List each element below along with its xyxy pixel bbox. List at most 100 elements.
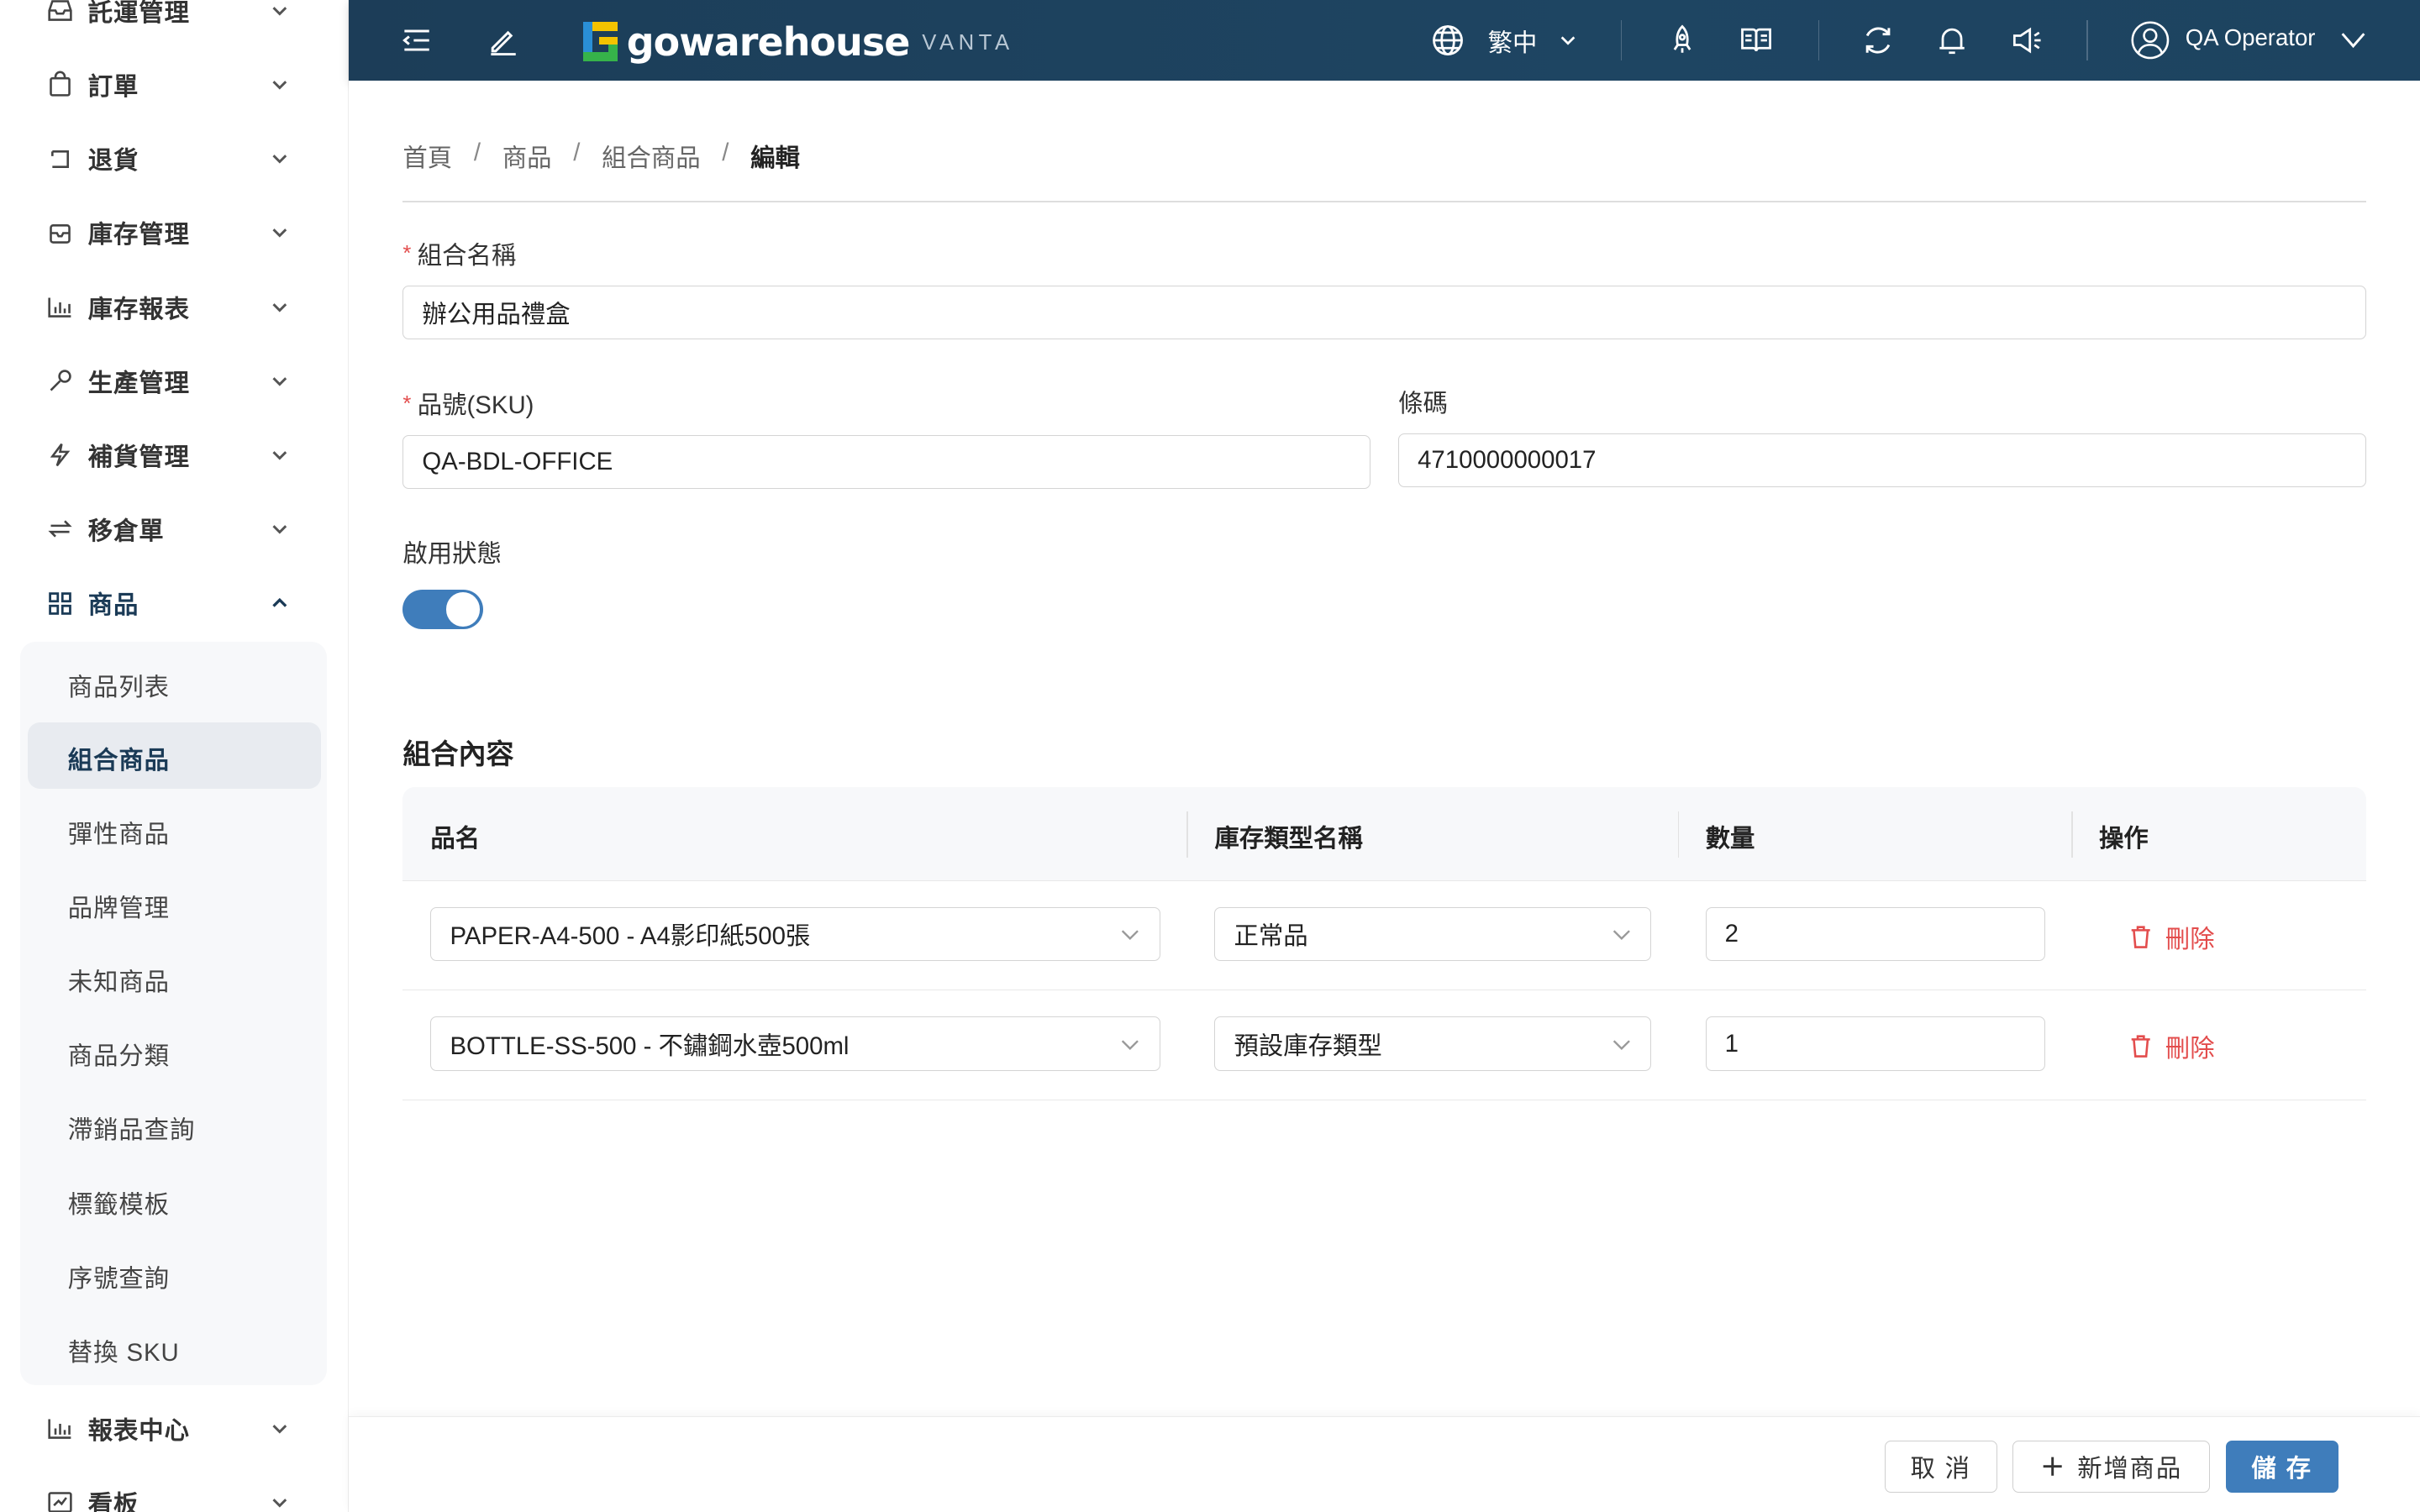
chevron-up-icon <box>271 598 287 607</box>
cancel-button[interactable]: 取 消 <box>1884 1440 1997 1494</box>
submenu-label: 品牌管理 <box>67 894 170 922</box>
sidebar-item-returns[interactable]: 退貨 <box>0 122 348 196</box>
submenu-item-serial-lookup[interactable]: 序號查詢 <box>28 1241 321 1307</box>
breadcrumb-current: 編輯 <box>750 144 800 173</box>
submenu-label: 組合商品 <box>67 746 170 774</box>
action-footer: 取 消 新增商品 儲 存 <box>349 1416 2420 1512</box>
submenu-item-bundle-products[interactable]: 組合商品 <box>28 722 322 789</box>
sidebar-item-label: 庫存報表 <box>87 295 190 323</box>
submenu-label: 滯銷品查詢 <box>67 1116 196 1145</box>
breadcrumb-sep: / <box>473 139 481 167</box>
sidebar-item-production[interactable]: 生產管理 <box>0 344 348 418</box>
sidebar-item-dashboard[interactable]: 看板 <box>0 1466 348 1512</box>
sidebar-item-report-center[interactable]: 報表中心 <box>0 1392 348 1466</box>
breadcrumb-products[interactable]: 商品 <box>502 139 552 174</box>
wrench-icon <box>50 370 71 391</box>
status-toggle[interactable] <box>402 589 483 630</box>
chevron-down-icon <box>272 376 287 386</box>
submenu-item-label-templates[interactable]: 標籤模板 <box>28 1167 321 1233</box>
submenu-label: 商品分類 <box>67 1042 170 1071</box>
brand-logo[interactable]: gowarehouse VANTA <box>583 18 1013 65</box>
column-divider <box>1186 811 1189 858</box>
breadcrumb-home[interactable]: 首頁 <box>402 139 452 174</box>
bundle-content-title: 組合內容 <box>402 738 514 770</box>
submenu-item-product-list[interactable]: 商品列表 <box>28 649 321 716</box>
delete-button[interactable]: 刪除 <box>2128 1029 2215 1064</box>
product-select-value: PAPER-A4-500 - A4影印紙500張 <box>450 922 811 951</box>
submenu-item-brand-management[interactable]: 品牌管理 <box>28 870 321 937</box>
chevron-down-icon <box>272 302 287 312</box>
chevron-down-icon <box>272 155 287 164</box>
header-divider <box>1818 19 1820 60</box>
table-header: 品名 庫存類型名稱 數量 操作 <box>402 786 2366 881</box>
stock-type-select-value: 預設庫存類型 <box>1234 1032 1382 1060</box>
swap-icon <box>48 520 72 538</box>
bar-chart-icon <box>48 1419 71 1440</box>
breadcrumb-bundles[interactable]: 組合商品 <box>602 139 701 174</box>
user-avatar-icon[interactable] <box>2130 20 2170 60</box>
sidebar-item-shipping[interactable]: 託運管理 <box>0 0 348 48</box>
edit-icon[interactable] <box>485 22 522 59</box>
bell-icon[interactable] <box>1933 22 1970 59</box>
submenu-item-unknown-products[interactable]: 未知商品 <box>28 944 321 1011</box>
sidebar-item-products[interactable]: 商品 <box>0 566 348 640</box>
column-divider <box>2070 811 2073 858</box>
submenu-item-categories[interactable]: 商品分類 <box>28 1018 321 1084</box>
column-divider <box>1677 811 1680 858</box>
breadcrumb-sep: / <box>722 139 729 167</box>
submenu-item-slow-moving[interactable]: 滯銷品查詢 <box>28 1092 321 1158</box>
product-select[interactable]: PAPER-A4-500 - A4影印紙500張 <box>430 906 1161 962</box>
submenu-item-flexible-products[interactable]: 彈性商品 <box>28 796 321 863</box>
sidebar-item-inventory-report[interactable]: 庫存報表 <box>0 270 348 344</box>
lightning-icon <box>50 444 71 467</box>
add-product-button[interactable]: 新增商品 <box>2012 1440 2211 1494</box>
column-header-product: 品名 <box>430 825 481 853</box>
sidebar-item-label: 看板 <box>87 1490 139 1512</box>
user-name[interactable]: QA Operator <box>2186 24 2316 51</box>
sidebar-item-inventory[interactable]: 庫存管理 <box>0 196 348 270</box>
submenu-item-replace-sku[interactable]: 替換 SKU <box>28 1315 321 1381</box>
book-icon[interactable] <box>1738 22 1775 59</box>
sidebar-item-transfer[interactable]: 移倉單 <box>0 492 348 566</box>
breadcrumb-sep: / <box>573 139 581 167</box>
shopping-bag-icon <box>50 71 71 97</box>
bundle-name-input[interactable]: 辦公用品禮盒 <box>402 285 2366 340</box>
sidebar-item-label: 生產管理 <box>87 369 190 397</box>
sidebar-item-replenishment[interactable]: 補貨管理 <box>0 418 348 492</box>
status-label: 啟用狀態 <box>402 539 502 568</box>
barcode-input[interactable]: 4710000000017 <box>1398 433 2366 488</box>
sidebar-item-label: 補貨管理 <box>87 443 190 471</box>
app-root: 託運管理 訂單 退貨 庫存管理 庫存報表 生產管理 補貨管理 移倉單 商品 商品… <box>0 0 2420 1512</box>
qty-input[interactable]: 1 <box>1705 1016 2045 1071</box>
chevron-down-icon <box>272 525 287 534</box>
logo-subtitle: VANTA <box>922 30 1014 55</box>
stock-type-select[interactable]: 正常品 <box>1214 906 1652 962</box>
stock-type-select[interactable]: 預設庫存類型 <box>1214 1016 1652 1071</box>
chevron-down-icon <box>272 451 287 460</box>
sidebar-item-label: 商品 <box>87 591 139 620</box>
product-select[interactable]: BOTTLE-SS-500 - 不鏽鋼水壺500ml <box>430 1016 1161 1071</box>
chevron-down-icon <box>272 81 287 90</box>
refresh-icon[interactable] <box>1860 22 1897 59</box>
top-header: gowarehouse VANTA 繁中 QA Operator <box>349 0 2420 81</box>
globe-icon[interactable] <box>1429 22 1466 59</box>
sidebar: 託運管理 訂單 退貨 庫存管理 庫存報表 生產管理 補貨管理 移倉單 商品 商品… <box>0 0 350 1512</box>
qty-input[interactable]: 2 <box>1705 906 2045 962</box>
chevron-down-icon[interactable] <box>2339 26 2367 54</box>
stock-type-select-value: 正常品 <box>1234 922 1308 951</box>
breadcrumb: 首頁 / 商品 / 組合商品 / 編輯 <box>402 139 821 174</box>
submenu-label: 彈性商品 <box>67 820 170 848</box>
delete-button[interactable]: 刪除 <box>2128 920 2215 955</box>
chevron-down-icon <box>272 1425 287 1434</box>
sku-input[interactable]: QA-BDL-OFFICE <box>402 434 1370 490</box>
rocket-icon[interactable] <box>1664 22 1701 59</box>
megaphone-icon[interactable] <box>2008 22 2045 59</box>
sku-label-text: 品號(SKU) <box>417 391 534 420</box>
delete-label: 刪除 <box>2165 1035 2215 1063</box>
menu-collapse-icon[interactable] <box>398 22 435 59</box>
language-selector[interactable]: 繁中 <box>1488 24 1538 59</box>
barcode-label: 條碼 <box>1398 390 1448 418</box>
save-button[interactable]: 儲 存 <box>2225 1440 2338 1494</box>
logo-text: gowarehouse <box>626 18 911 65</box>
sidebar-item-orders[interactable]: 訂單 <box>0 48 348 122</box>
